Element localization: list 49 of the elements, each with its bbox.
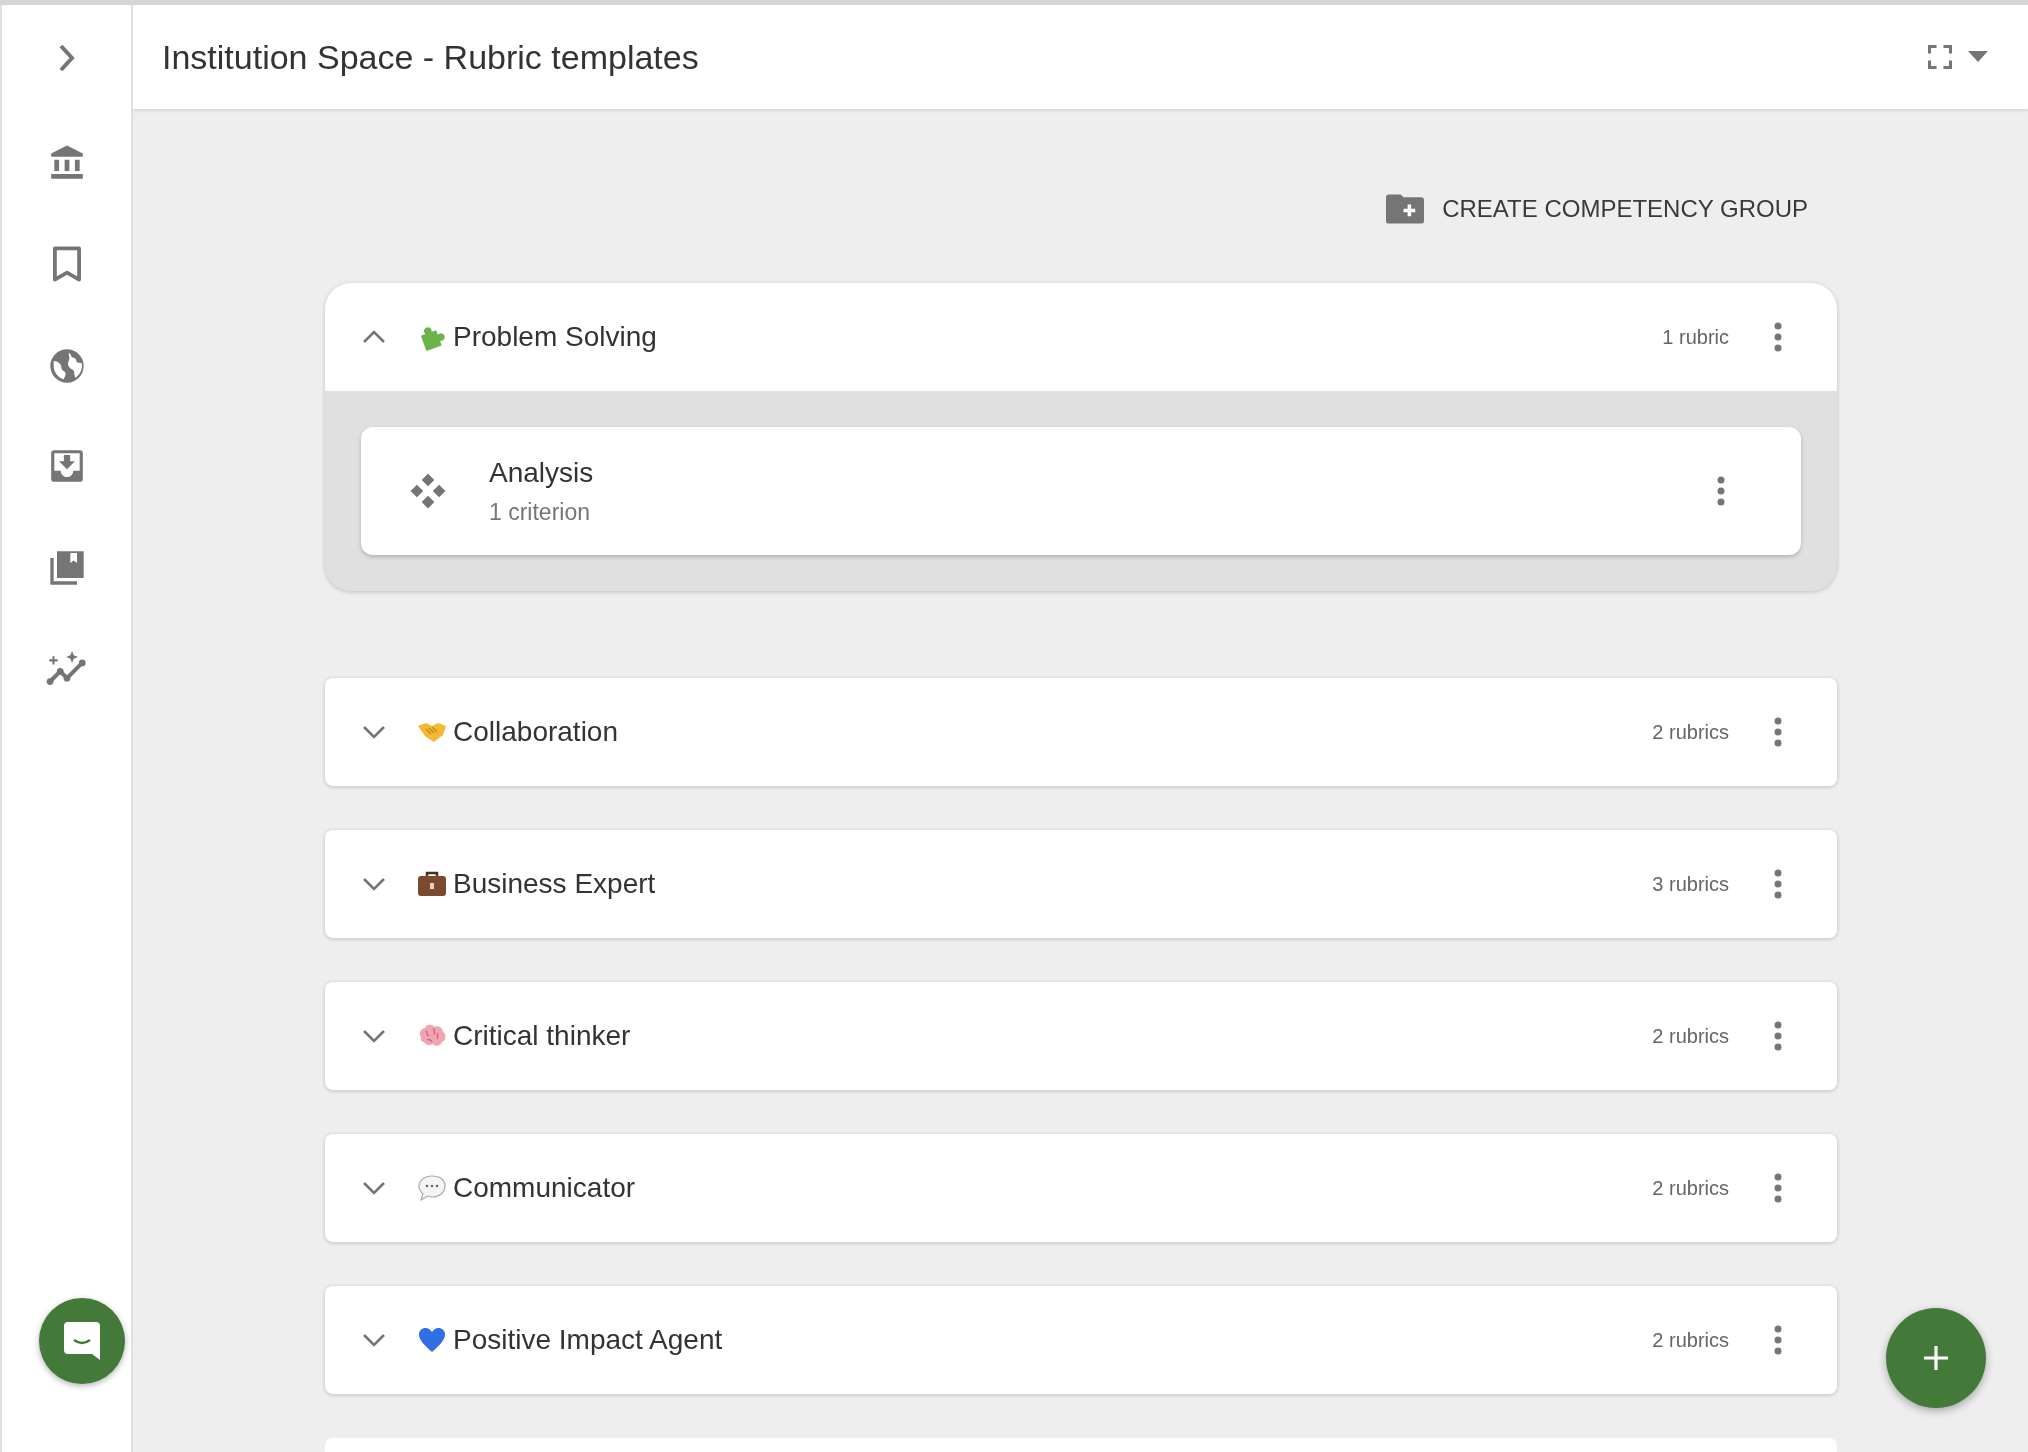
group-name: Collaboration: [453, 716, 619, 748]
group-header[interactable]: Business Expert 3 rubrics: [325, 830, 1837, 938]
more-options-icon[interactable]: [1773, 1021, 1783, 1051]
more-options-icon[interactable]: [1716, 476, 1726, 506]
rubric-count: 1 rubric: [1662, 325, 1729, 349]
criterion-count: 1 criterion: [489, 498, 591, 526]
sparkle-chart-icon[interactable]: [44, 649, 89, 687]
chat-icon: [62, 1320, 102, 1362]
rubric-count: 2 rubrics: [1652, 1328, 1729, 1352]
chevron-down-icon[interactable]: [361, 1332, 387, 1348]
chevron-up-icon[interactable]: [361, 329, 387, 345]
more-options-icon[interactable]: [1773, 1173, 1783, 1203]
chevron-down-icon[interactable]: [361, 876, 387, 892]
group-name: Critical thinker: [453, 1020, 632, 1052]
caret-down-icon[interactable]: [1968, 51, 1988, 63]
speech-bubble-icon: [417, 1174, 447, 1202]
plus-icon: [1922, 1344, 1950, 1372]
page-title: Institution Space - Rubric templates: [162, 37, 700, 77]
group-header[interactable]: Problem Solving 1 rubric: [325, 283, 1837, 391]
brain-icon: [417, 1023, 447, 1049]
more-options-icon[interactable]: [1773, 322, 1783, 352]
group-name: Communicator: [453, 1172, 637, 1204]
rubric-count: 2 rubrics: [1652, 1176, 1729, 1200]
group-header[interactable]: Critical thinker 2 rubrics: [325, 982, 1837, 1090]
group-header[interactable]: Positive Impact Agent 2 rubrics: [325, 1286, 1837, 1394]
handshake-icon: [417, 720, 447, 744]
briefcase-icon: [417, 870, 447, 898]
chevron-down-icon[interactable]: [361, 1028, 387, 1044]
create-competency-group-button[interactable]: CREATE COMPETENCY GROUP: [1386, 185, 1808, 233]
more-options-icon[interactable]: [1773, 1325, 1783, 1355]
chevron-down-icon[interactable]: [361, 724, 387, 740]
chat-button[interactable]: [39, 1298, 125, 1384]
diamond-grid-icon: [409, 472, 447, 510]
rubric-count: 2 rubrics: [1652, 1024, 1729, 1048]
group-header[interactable]: Communicator 2 rubrics: [325, 1134, 1837, 1242]
heart-icon: [417, 1326, 447, 1354]
folder-plus-icon: [1386, 194, 1425, 224]
rubric-name[interactable]: Analysis: [489, 456, 1716, 489]
group-name: Problem Solving: [453, 321, 658, 353]
rubric-count: 3 rubrics: [1652, 872, 1729, 896]
add-button[interactable]: [1886, 1308, 1986, 1408]
group-header[interactable]: Collaboration 2 rubrics: [325, 678, 1837, 786]
chevron-down-icon[interactable]: [361, 1180, 387, 1196]
group-name: Positive Impact Agent: [453, 1324, 724, 1356]
more-options-icon[interactable]: [1773, 869, 1783, 899]
group-name: Business Expert: [453, 868, 657, 900]
fullscreen-icon[interactable]: [1926, 43, 1954, 71]
rubric-count: 2 rubrics: [1652, 720, 1729, 744]
more-options-icon[interactable]: [1773, 717, 1783, 747]
